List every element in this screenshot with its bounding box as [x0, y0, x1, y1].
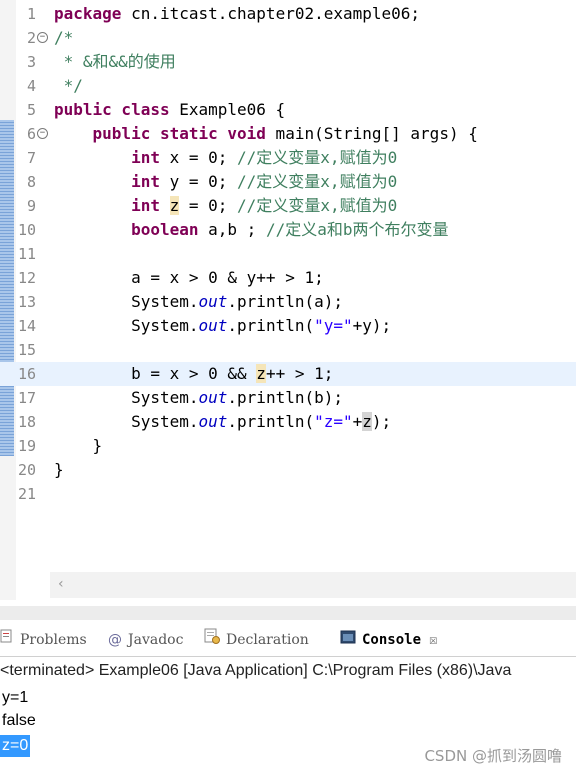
declaration-icon	[204, 628, 220, 652]
tab-problems[interactable]: Problems	[0, 628, 87, 652]
problems-icon	[0, 628, 14, 652]
code-line[interactable]: 3 * &和&&的使用	[0, 50, 576, 74]
code-text: /*	[54, 28, 74, 47]
code-line[interactable]: 21	[0, 482, 576, 506]
code-text: int z = 0; //定义变量x,赋值为0	[131, 196, 398, 215]
code-line[interactable]: 10 boolean a,b ; //定义a和b两个布尔变量	[0, 218, 576, 242]
javadoc-icon: @	[108, 632, 122, 648]
code-line[interactable]: 7 int x = 0; //定义变量x,赋值为0	[0, 146, 576, 170]
code-text: }	[54, 460, 64, 479]
console-output-line: false	[2, 712, 36, 729]
line-number: 4	[26, 77, 36, 95]
close-icon[interactable]: ☒	[429, 632, 437, 648]
bottom-tab-bar: Problems @ Javadoc Declaration Console ☒	[0, 620, 576, 657]
code-line[interactable]: 9 int z = 0; //定义变量x,赋值为0	[0, 194, 576, 218]
code-text: System.out.println(a);	[54, 292, 343, 311]
horizontal-scrollbar[interactable]: ‹	[50, 572, 576, 598]
line-number: 5	[26, 101, 36, 119]
code-line[interactable]: 15	[0, 338, 576, 362]
code-editor[interactable]: 1 package cn.itcast.chapter02.example06; 2…	[0, 0, 576, 600]
console-status: <terminated> Example06 [Java Application…	[0, 662, 512, 679]
fold-toggle-icon[interactable]: −	[37, 32, 48, 43]
line-number: 7	[26, 149, 36, 167]
code-text: int x = 0; //定义变量x,赋值为0	[131, 148, 398, 167]
console-output-line: y=1	[2, 689, 29, 706]
tab-problems-label: Problems	[20, 632, 87, 648]
line-number: 6	[26, 125, 36, 143]
code-text: }	[54, 436, 103, 455]
line-number: 11	[17, 245, 36, 263]
fold-toggle-icon[interactable]: −	[37, 128, 48, 139]
tab-console[interactable]: Console ☒	[340, 628, 437, 652]
line-number: 15	[17, 341, 36, 359]
code-line[interactable]: 1 package cn.itcast.chapter02.example06;	[0, 2, 576, 26]
code-line[interactable]: 16 b = x > 0 && z++ > 1;	[0, 362, 576, 386]
line-number: 1	[26, 5, 36, 23]
line-number: 17	[17, 389, 36, 407]
code-text: System.out.println(b);	[54, 388, 343, 407]
line-number: 8	[26, 173, 36, 191]
line-number: 3	[26, 53, 36, 71]
code-text: */	[54, 76, 83, 95]
console-view[interactable]: <terminated> Example06 [Java Application…	[0, 657, 576, 772]
code-line[interactable]: 4 */	[0, 74, 576, 98]
code-line[interactable]: 14 System.out.println("y="+y);	[0, 314, 576, 338]
code-text: b = x > 0 && z++ > 1;	[54, 364, 334, 383]
line-number: 9	[26, 197, 36, 215]
code-text: System.out.println("z="+z);	[54, 412, 392, 431]
tab-javadoc[interactable]: @ Javadoc	[108, 628, 183, 652]
code-text: public class Example06 {	[54, 100, 286, 119]
code-line[interactable]: 2−/*	[0, 26, 576, 50]
code-line[interactable]: 17 System.out.println(b);	[0, 386, 576, 410]
code-text: public static void main(String[] args) {	[92, 124, 478, 143]
tab-declaration[interactable]: Declaration	[204, 628, 309, 652]
panel-separator[interactable]	[0, 606, 576, 620]
code-line[interactable]: 11	[0, 242, 576, 266]
console-output-line-selected: z=0	[0, 735, 31, 757]
code-line[interactable]: 20}	[0, 458, 576, 482]
code-line[interactable]: 18 System.out.println("z="+z);	[0, 410, 576, 434]
tab-javadoc-label: Javadoc	[128, 632, 184, 648]
code-text: a = x > 0 & y++ > 1;	[54, 268, 324, 287]
code-line[interactable]: 19 }	[0, 434, 576, 458]
line-number: 10	[17, 221, 36, 239]
console-icon	[340, 628, 356, 652]
code-text: System.out.println("y="+y);	[54, 316, 392, 335]
line-number: 20	[17, 461, 36, 479]
line-number: 14	[17, 317, 36, 335]
line-number: 12	[17, 269, 36, 287]
code-text: * &和&&的使用	[54, 52, 176, 71]
code-line[interactable]: 5 public class Example06 {	[0, 98, 576, 122]
code-text: int y = 0; //定义变量x,赋值为0	[131, 172, 398, 191]
line-number: 2	[26, 29, 36, 47]
tab-console-label: Console	[362, 632, 422, 648]
line-number: 13	[17, 293, 36, 311]
scroll-left-icon[interactable]: ‹	[58, 576, 64, 592]
line-number: 16	[17, 365, 36, 383]
code-line[interactable]: 8 int y = 0; //定义变量x,赋值为0	[0, 170, 576, 194]
tab-declaration-label: Declaration	[226, 632, 309, 648]
line-number: 21	[17, 485, 36, 503]
code-text: boolean a,b ; //定义a和b两个布尔变量	[131, 220, 449, 239]
line-number: 19	[17, 437, 36, 455]
code-text: package cn.itcast.chapter02.example06;	[54, 4, 421, 23]
code-line[interactable]: 12 a = x > 0 & y++ > 1;	[0, 266, 576, 290]
code-line[interactable]: 6− public static void main(String[] args…	[0, 122, 576, 146]
watermark: CSDN @抓到汤圆噜	[424, 747, 562, 765]
line-number: 18	[17, 413, 36, 431]
code-line[interactable]: 13 System.out.println(a);	[0, 290, 576, 314]
